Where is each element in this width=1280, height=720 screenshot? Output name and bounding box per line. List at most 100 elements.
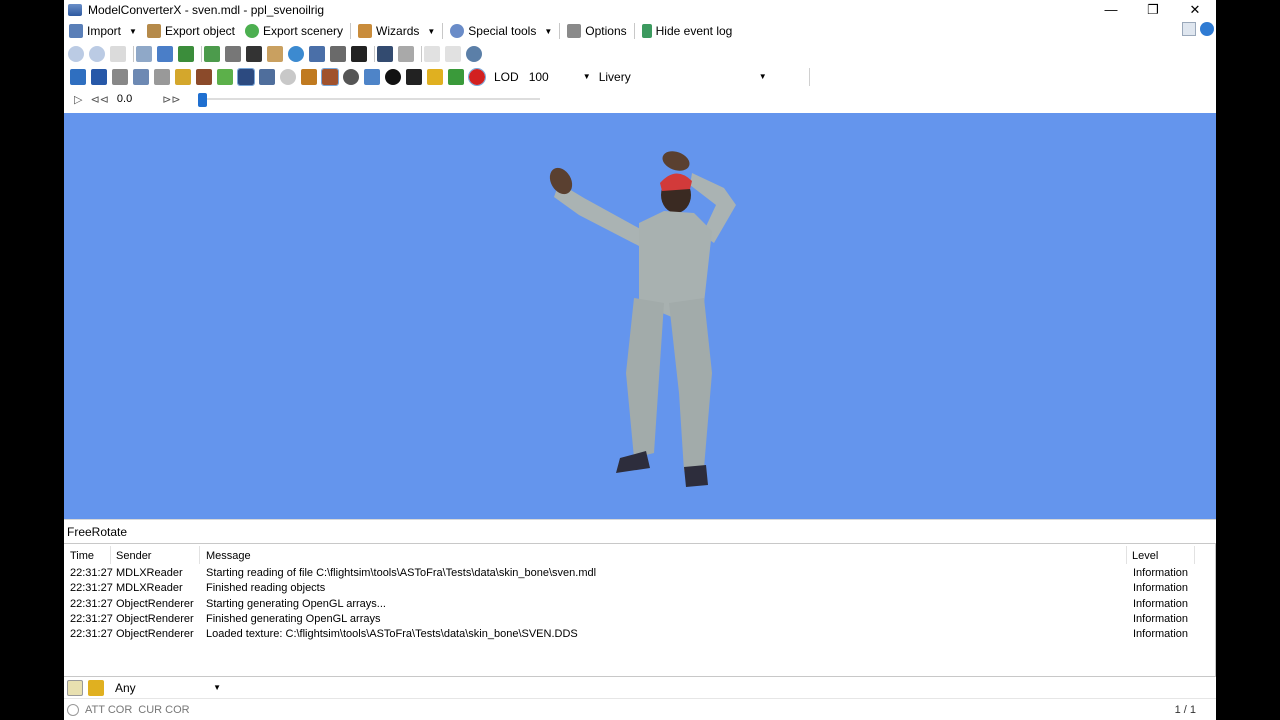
log-row[interactable]: 22:31:27 ObjectRenderer Loaded texture: … (64, 627, 1215, 642)
bones-icon[interactable] (237, 67, 255, 86)
log-time: 22:31:27 (70, 628, 113, 641)
log-row[interactable]: 22:31:27 MDLXReader Finished reading obj… (64, 581, 1215, 596)
link-icon[interactable] (330, 46, 346, 62)
lod-select[interactable]: 100 ▼ (529, 70, 591, 84)
document-icon[interactable] (1182, 22, 1196, 36)
box-icon[interactable] (175, 68, 191, 85)
edit-notes-icon[interactable] (67, 679, 83, 696)
chevron-down-icon: ▼ (758, 71, 767, 81)
timeline-thumb[interactable] (198, 93, 207, 107)
character-model (549, 151, 736, 487)
import-menu[interactable]: Import ▼ (64, 20, 142, 42)
image-icon[interactable] (204, 46, 220, 62)
log-row[interactable]: 22:31:27 ObjectRenderer Starting generat… (64, 597, 1215, 612)
column-divider (1126, 546, 1127, 564)
back-arrow-icon[interactable] (68, 46, 84, 62)
pin-icon[interactable] (157, 46, 173, 62)
notes-icon[interactable] (398, 46, 414, 62)
zoom-icon[interactable] (136, 46, 152, 62)
apple-icon[interactable] (468, 67, 486, 86)
toolbar-separator (374, 46, 375, 62)
app-window: ModelConverterX - sven.mdl - ppl_svenoil… (64, 0, 1216, 720)
toolbar-separator (133, 46, 134, 62)
col-level-header[interactable]: Level (1132, 550, 1158, 562)
livery-select[interactable]: Livery ▼ (599, 70, 767, 84)
log-sender: MDLXReader (116, 582, 183, 595)
export-scenery-button[interactable]: Export scenery (240, 20, 348, 42)
forward-arrow-icon[interactable] (89, 46, 105, 62)
lod-value: 100 (528, 69, 549, 84)
log-message: Starting reading of file C:\flightsim\to… (206, 567, 597, 579)
options-button[interactable]: Options (562, 20, 631, 42)
lightbulb-icon (67, 704, 79, 716)
hide-event-log-button[interactable]: Hide event log (637, 20, 738, 42)
wizards-menu[interactable]: Wizards ▼ (353, 20, 440, 42)
texture-icon[interactable] (267, 46, 283, 62)
log-row[interactable]: 22:31:27 ObjectRenderer Finished generat… (64, 612, 1215, 627)
camera-icon[interactable] (259, 68, 275, 85)
ball-icon[interactable] (385, 68, 401, 85)
light-icon[interactable] (427, 68, 443, 85)
toolbar-separator (421, 46, 422, 62)
brick-icon[interactable] (196, 68, 212, 85)
col-message-header[interactable]: Message (206, 550, 251, 562)
film-icon[interactable] (246, 46, 262, 62)
ground-icon[interactable] (217, 68, 233, 85)
import-label: Import (87, 24, 122, 38)
monitor-icon[interactable] (377, 46, 393, 62)
chevron-down-icon: ▼ (213, 682, 221, 692)
fast-forward-icon[interactable]: ⊳⊳ (162, 93, 180, 106)
wrench-icon (567, 24, 582, 38)
fit-view-icon[interactable] (70, 68, 86, 85)
cube-outline-icon[interactable] (154, 68, 170, 85)
restore-button[interactable]: ❐ (1132, 0, 1174, 20)
log-header: Time Sender Message Level (64, 544, 1215, 566)
material-icon[interactable] (225, 46, 241, 62)
redo-icon[interactable] (445, 46, 461, 62)
special-tools-menu[interactable]: Special tools ▼ (445, 20, 557, 42)
clear-log-icon[interactable] (88, 679, 104, 696)
col-time-header[interactable]: Time (70, 550, 94, 562)
sphere-wire-icon[interactable] (280, 68, 296, 85)
wand-icon (358, 24, 373, 38)
log-message: Loaded texture: C:\flightsim\tools\ASToF… (206, 628, 578, 641)
window-title: ModelConverterX - sven.mdl - ppl_svenoil… (88, 3, 325, 17)
log-message: Starting generating OpenGL arrays... (206, 597, 386, 610)
log-row[interactable]: 22:31:27 MDLXReader Starting reading of … (64, 566, 1215, 581)
3d-viewport[interactable] (64, 113, 1216, 519)
hide-event-log-label: Hide event log (655, 24, 733, 38)
cur-cor-status: CUR COR (138, 704, 190, 716)
log-level-filter[interactable]: Any ▼ (115, 681, 221, 695)
nodes-icon[interactable] (364, 68, 380, 85)
play-icon[interactable]: ▷ (74, 93, 82, 106)
hierarchy-icon[interactable] (178, 46, 194, 62)
refresh-icon[interactable] (448, 68, 464, 85)
sphere-icon[interactable] (343, 68, 359, 85)
help-icon[interactable] (1200, 22, 1214, 36)
transform-icon[interactable] (309, 46, 325, 62)
paperclip-icon[interactable] (112, 68, 128, 85)
close-button[interactable]: ✕ (1174, 0, 1216, 20)
options-label: Options (585, 24, 627, 38)
menu-separator (350, 23, 352, 39)
timeline-slider[interactable] (198, 93, 540, 107)
special-tools-label: Special tools (468, 24, 537, 38)
undo-icon[interactable] (424, 46, 440, 62)
menu-separator (633, 23, 635, 39)
world-icon[interactable] (288, 46, 304, 62)
person-icon[interactable] (351, 46, 367, 62)
export-object-button[interactable]: Export object (142, 20, 240, 42)
rewind-icon[interactable]: ⊲⊲ (90, 93, 108, 106)
minimize-button[interactable]: — (1090, 0, 1132, 20)
col-sender-header[interactable]: Sender (116, 550, 151, 562)
log-level: Information (1133, 628, 1189, 641)
page-icon[interactable] (110, 46, 126, 62)
grid-icon[interactable] (91, 68, 107, 85)
molecule-icon[interactable] (133, 68, 149, 85)
cube-icon[interactable] (301, 68, 317, 85)
shaded-cube-icon[interactable] (321, 67, 339, 86)
clock-icon[interactable] (466, 46, 482, 62)
title-bar: ModelConverterX - sven.mdl - ppl_svenoil… (64, 0, 1216, 20)
app-icon (68, 4, 82, 16)
mesh-icon[interactable] (406, 68, 422, 85)
